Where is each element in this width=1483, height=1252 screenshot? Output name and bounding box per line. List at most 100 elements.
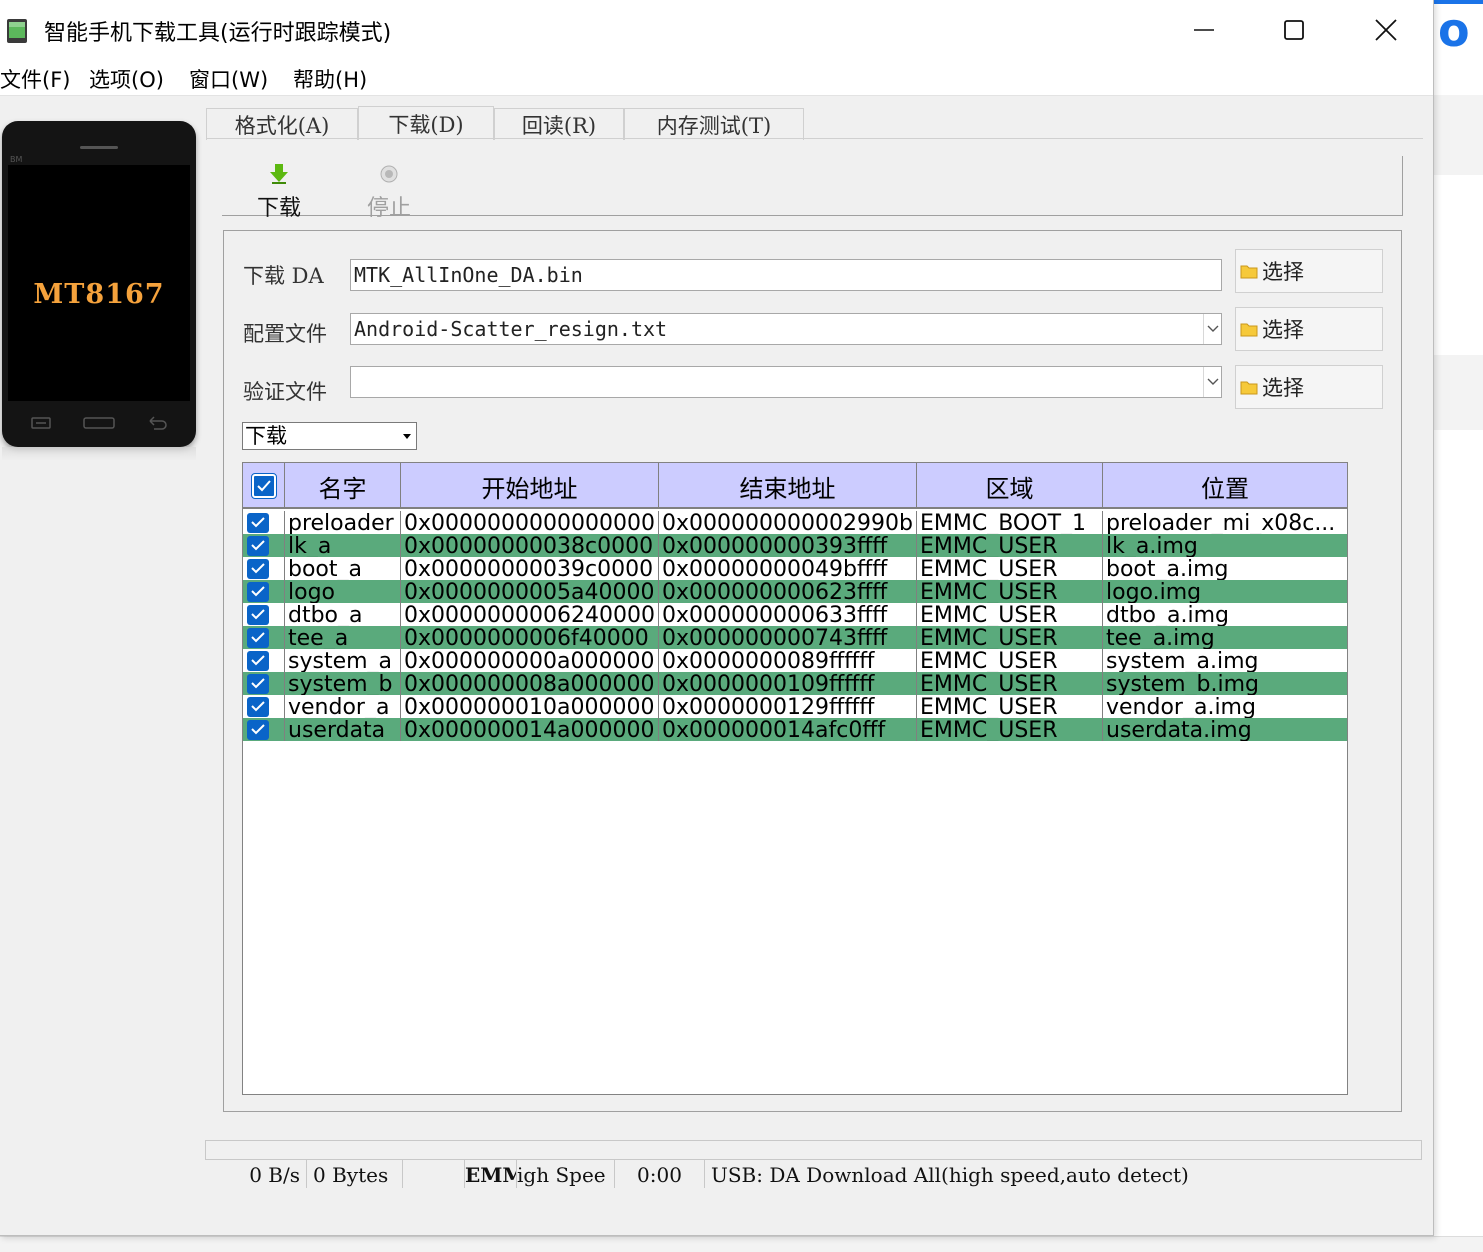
- menu-help[interactable]: 帮助(H): [293, 64, 367, 94]
- row-checkbox[interactable]: [247, 604, 269, 625]
- table-row[interactable]: preloader 0x0000000000000000 0x00000000000…: [243, 511, 1347, 534]
- download-button[interactable]: 下载: [239, 162, 319, 221]
- row-checkbox[interactable]: [247, 650, 269, 671]
- row-checkbox[interactable]: [247, 696, 269, 717]
- row-checkbox[interactable]: [247, 535, 269, 556]
- da-select-button[interactable]: 选择: [1235, 249, 1383, 293]
- row-region: EMMC_USER: [917, 580, 1103, 603]
- phone-image: BM MT8167: [2, 121, 196, 447]
- config-select-button[interactable]: 选择: [1235, 307, 1383, 351]
- tab-readback[interactable]: 回读(R): [494, 108, 624, 140]
- check-icon: [251, 655, 265, 666]
- row-region: EMMC_USER: [917, 695, 1103, 718]
- row-checkbox[interactable]: [247, 627, 269, 648]
- da-label: 下载 DA: [243, 264, 324, 288]
- background-logo-glyph: o: [1438, 3, 1470, 57]
- row-end-address: 0x0000000089ffffff: [659, 649, 917, 672]
- table-row[interactable]: logo 0x0000000005a40000 0x000000000623ffff…: [243, 580, 1347, 603]
- select-all-cell: [243, 463, 285, 509]
- close-button[interactable]: [1340, 0, 1432, 60]
- header-region[interactable]: 区域: [917, 463, 1103, 509]
- table-row[interactable]: boot_a 0x00000000039c0000 0x00000000049bff…: [243, 557, 1347, 580]
- row-checkbox-cell: [243, 511, 285, 534]
- check-icon: [251, 678, 265, 689]
- row-location: boot_a.img: [1106, 557, 1229, 580]
- caret-down-icon: [403, 433, 411, 439]
- row-location: userdata.img: [1106, 718, 1252, 741]
- title-bar[interactable]: 智能手机下载工具(运行时跟踪模式): [0, 0, 1433, 60]
- menu-options[interactable]: 选项(O): [89, 64, 164, 94]
- minimize-icon: [1194, 29, 1214, 31]
- row-end-address: 0x000000014afc0fff: [659, 718, 917, 741]
- row-checkbox[interactable]: [247, 512, 269, 533]
- row-checkbox-cell: [243, 672, 285, 695]
- da-select-label: 选择: [1262, 260, 1304, 284]
- window-title: 智能手机下载工具(运行时跟踪模式): [44, 21, 392, 46]
- menu-key-icon: [31, 417, 51, 429]
- background-block: [1434, 95, 1483, 175]
- row-start-address: 0x0000000000000000: [401, 511, 659, 534]
- table-row[interactable]: system_b 0x000000008a000000 0x0000000109ff…: [243, 672, 1347, 695]
- row-name: boot_a: [285, 557, 401, 580]
- row-checkbox[interactable]: [247, 673, 269, 694]
- row-name: vendor_a: [285, 695, 401, 718]
- phone-reflection: [2, 447, 196, 461]
- table-row[interactable]: lk_a 0x00000000038c0000 0x000000000393ffff…: [243, 534, 1347, 557]
- row-end-address: 0x000000000002990b: [659, 511, 917, 534]
- row-start-address: 0x00000000038c0000: [401, 534, 659, 557]
- row-start-address: 0x000000014a000000: [401, 718, 659, 741]
- tab-format[interactable]: 格式化(A): [206, 108, 358, 140]
- row-location: system_b.img: [1106, 672, 1260, 695]
- header-start-address[interactable]: 开始地址: [401, 463, 659, 509]
- row-region: EMMC_USER: [917, 603, 1103, 626]
- auth-select-button[interactable]: 选择: [1235, 365, 1383, 409]
- desktop-background-right: o: [1434, 0, 1483, 1252]
- header-name[interactable]: 名字: [285, 463, 401, 509]
- table-row[interactable]: tee_a 0x0000000006f40000 0x000000000743fff…: [243, 626, 1347, 649]
- minimize-button[interactable]: [1158, 0, 1250, 60]
- mode-dropdown-arrow[interactable]: [400, 425, 414, 447]
- row-end-address: 0x000000000633ffff: [659, 603, 917, 626]
- folder-icon: [1240, 265, 1258, 279]
- row-location: preloader_mi_x08c...: [1106, 511, 1336, 534]
- maximize-icon: [1284, 20, 1304, 40]
- menu-window[interactable]: 窗口(W): [189, 64, 268, 94]
- row-end-address: 0x000000000743ffff: [659, 626, 917, 649]
- download-arrow-icon: [270, 164, 288, 184]
- tab-memory-test[interactable]: 内存测试(T): [624, 108, 804, 140]
- da-file-input[interactable]: MTK_AllInOne_DA.bin: [350, 259, 1222, 291]
- status-bar: 0 B/s 0 Bytes EMMC igh Spee 0:00 USB: DA…: [205, 1159, 1422, 1188]
- table-row[interactable]: userdata 0x000000014a000000 0x000000014afc…: [243, 718, 1347, 741]
- row-checkbox-cell: [243, 649, 285, 672]
- progress-bar: [205, 1140, 1422, 1160]
- close-icon: [1375, 19, 1397, 41]
- row-checkbox[interactable]: [247, 581, 269, 602]
- maximize-button[interactable]: [1248, 0, 1340, 60]
- row-checkbox[interactable]: [247, 719, 269, 740]
- table-row[interactable]: dtbo_a 0x0000000006240000 0x000000000633ff…: [243, 603, 1347, 626]
- row-location: vendor_a.img: [1106, 695, 1256, 718]
- header-end-address[interactable]: 结束地址: [659, 463, 917, 509]
- config-dropdown-arrow[interactable]: [1203, 314, 1221, 344]
- auth-select-label: 选择: [1262, 376, 1304, 400]
- auth-label: 验证文件: [243, 380, 327, 404]
- auth-file-combo[interactable]: [350, 366, 1222, 398]
- app-icon: [7, 19, 27, 43]
- row-checkbox-cell: [243, 695, 285, 718]
- download-mode-select[interactable]: 下载: [242, 422, 417, 450]
- check-icon: [251, 563, 265, 574]
- chevron-down-icon: [1207, 378, 1218, 385]
- table-row[interactable]: vendor_a 0x000000010a000000 0x0000000129ff…: [243, 695, 1347, 718]
- table-row[interactable]: system_a 0x000000000a000000 0x0000000089ff…: [243, 649, 1347, 672]
- row-checkbox[interactable]: [247, 558, 269, 579]
- select-all-checkbox[interactable]: [250, 473, 277, 499]
- menu-file[interactable]: 文件(F): [0, 64, 70, 94]
- row-checkbox-cell: [243, 557, 285, 580]
- stop-button[interactable]: 停止: [349, 162, 429, 221]
- header-location[interactable]: 位置: [1103, 463, 1347, 509]
- tab-download[interactable]: 下载(D): [358, 106, 494, 140]
- auth-dropdown-arrow[interactable]: [1203, 367, 1221, 397]
- row-region: EMMC_USER: [917, 626, 1103, 649]
- config-file-combo[interactable]: Android-Scatter_resign.txt: [350, 313, 1222, 345]
- row-start-address: 0x000000008a000000: [401, 672, 659, 695]
